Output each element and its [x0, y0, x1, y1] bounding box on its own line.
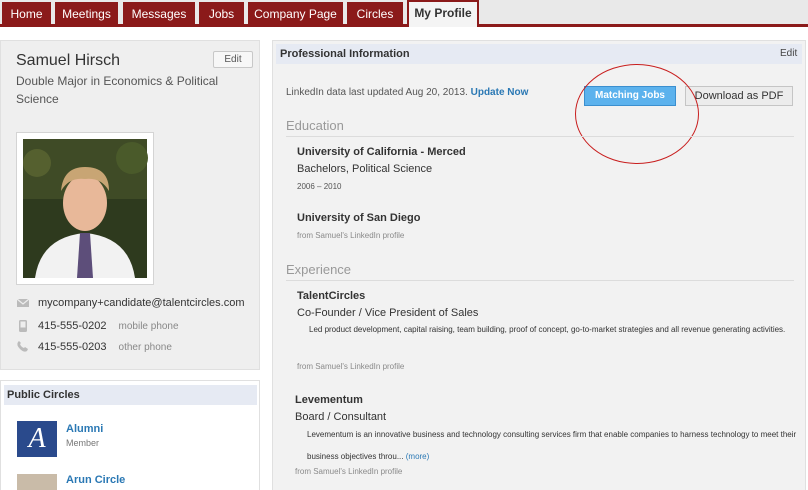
experience-company: TalentCircles [297, 290, 366, 302]
phone-type: mobile phone [118, 320, 179, 332]
update-now-link[interactable]: Update Now [471, 87, 529, 98]
experience-company: Levementum [295, 394, 363, 406]
experience-title: Board / Consultant [295, 411, 387, 423]
tab-messages[interactable]: Messages [123, 2, 195, 27]
tab-home[interactable]: Home [2, 2, 51, 27]
education-degree: Bachelors, Political Science [297, 163, 433, 175]
tab-company-page[interactable]: Company Page [248, 2, 343, 27]
education-dates: 2006 – 2010 [297, 182, 342, 191]
public-circles-title: Public Circles [4, 385, 257, 405]
education-school: University of California - Merced [297, 146, 466, 158]
phone-row-mobile: 415-555-0202 mobile phone [16, 320, 179, 332]
divider [286, 280, 794, 281]
experience-description: Levementum is an innovative business and… [307, 424, 799, 468]
matching-jobs-button[interactable]: Matching Jobs [584, 86, 676, 106]
tab-jobs[interactable]: Jobs [199, 2, 244, 27]
circle-role: Member [66, 438, 100, 448]
education-heading: Education [286, 118, 344, 133]
divider [286, 136, 794, 137]
education-school: University of San Diego [297, 212, 421, 224]
more-link[interactable]: (more) [406, 452, 430, 461]
envelope-icon [16, 298, 30, 307]
arun-circle-logo[interactable] [17, 474, 57, 490]
experience-title: Co-Founder / Vice President of Sales [297, 307, 479, 319]
linkedin-updated-label: LinkedIn data last updated Aug 20, 2013. [286, 87, 468, 98]
alumni-circle-logo[interactable]: A [17, 421, 57, 457]
experience-description: Led product development, capital raising… [309, 325, 786, 334]
phone-row-other: 415-555-0203 other phone [16, 341, 172, 353]
phone-icon [17, 341, 28, 352]
circle-name-arun[interactable]: Arun Circle [66, 474, 125, 486]
linkedin-updated-text: LinkedIn data last updated Aug 20, 2013.… [286, 87, 528, 98]
profile-photo-image [23, 139, 148, 278]
top-nav: Home Meetings Messages Jobs Company Page… [0, 0, 808, 27]
experience-source: from Samuel's LinkedIn profile [295, 467, 403, 476]
mobile-phone-icon [19, 320, 27, 332]
education-source: from Samuel's LinkedIn profile [297, 231, 405, 240]
profile-edit-button[interactable]: Edit [213, 51, 253, 68]
email-row: mycompany+candidate@talentcircles.com [16, 297, 245, 309]
professional-info-title: Professional Information [280, 48, 410, 60]
experience-source: from Samuel's LinkedIn profile [297, 362, 405, 371]
experience-heading: Experience [286, 262, 352, 277]
tab-my-profile[interactable]: My Profile [407, 0, 479, 27]
experience-description-text: Levementum is an innovative business and… [307, 430, 797, 461]
tab-meetings[interactable]: Meetings [55, 2, 118, 27]
email-address[interactable]: mycompany+candidate@talentcircles.com [38, 297, 245, 309]
phone-type: other phone [118, 341, 172, 353]
download-pdf-button[interactable]: Download as PDF [685, 86, 793, 106]
profile-name: Samuel Hirsch [16, 52, 121, 69]
phone-number: 415-555-0203 [38, 341, 107, 353]
circle-name-alumni[interactable]: Alumni [66, 423, 103, 435]
profile-headline: Double Major in Economics & Political Sc… [16, 74, 219, 106]
tab-circles[interactable]: Circles [347, 2, 403, 27]
profile-photo [16, 132, 154, 285]
phone-number: 415-555-0202 [38, 320, 107, 332]
professional-edit-link[interactable]: Edit [780, 48, 797, 59]
